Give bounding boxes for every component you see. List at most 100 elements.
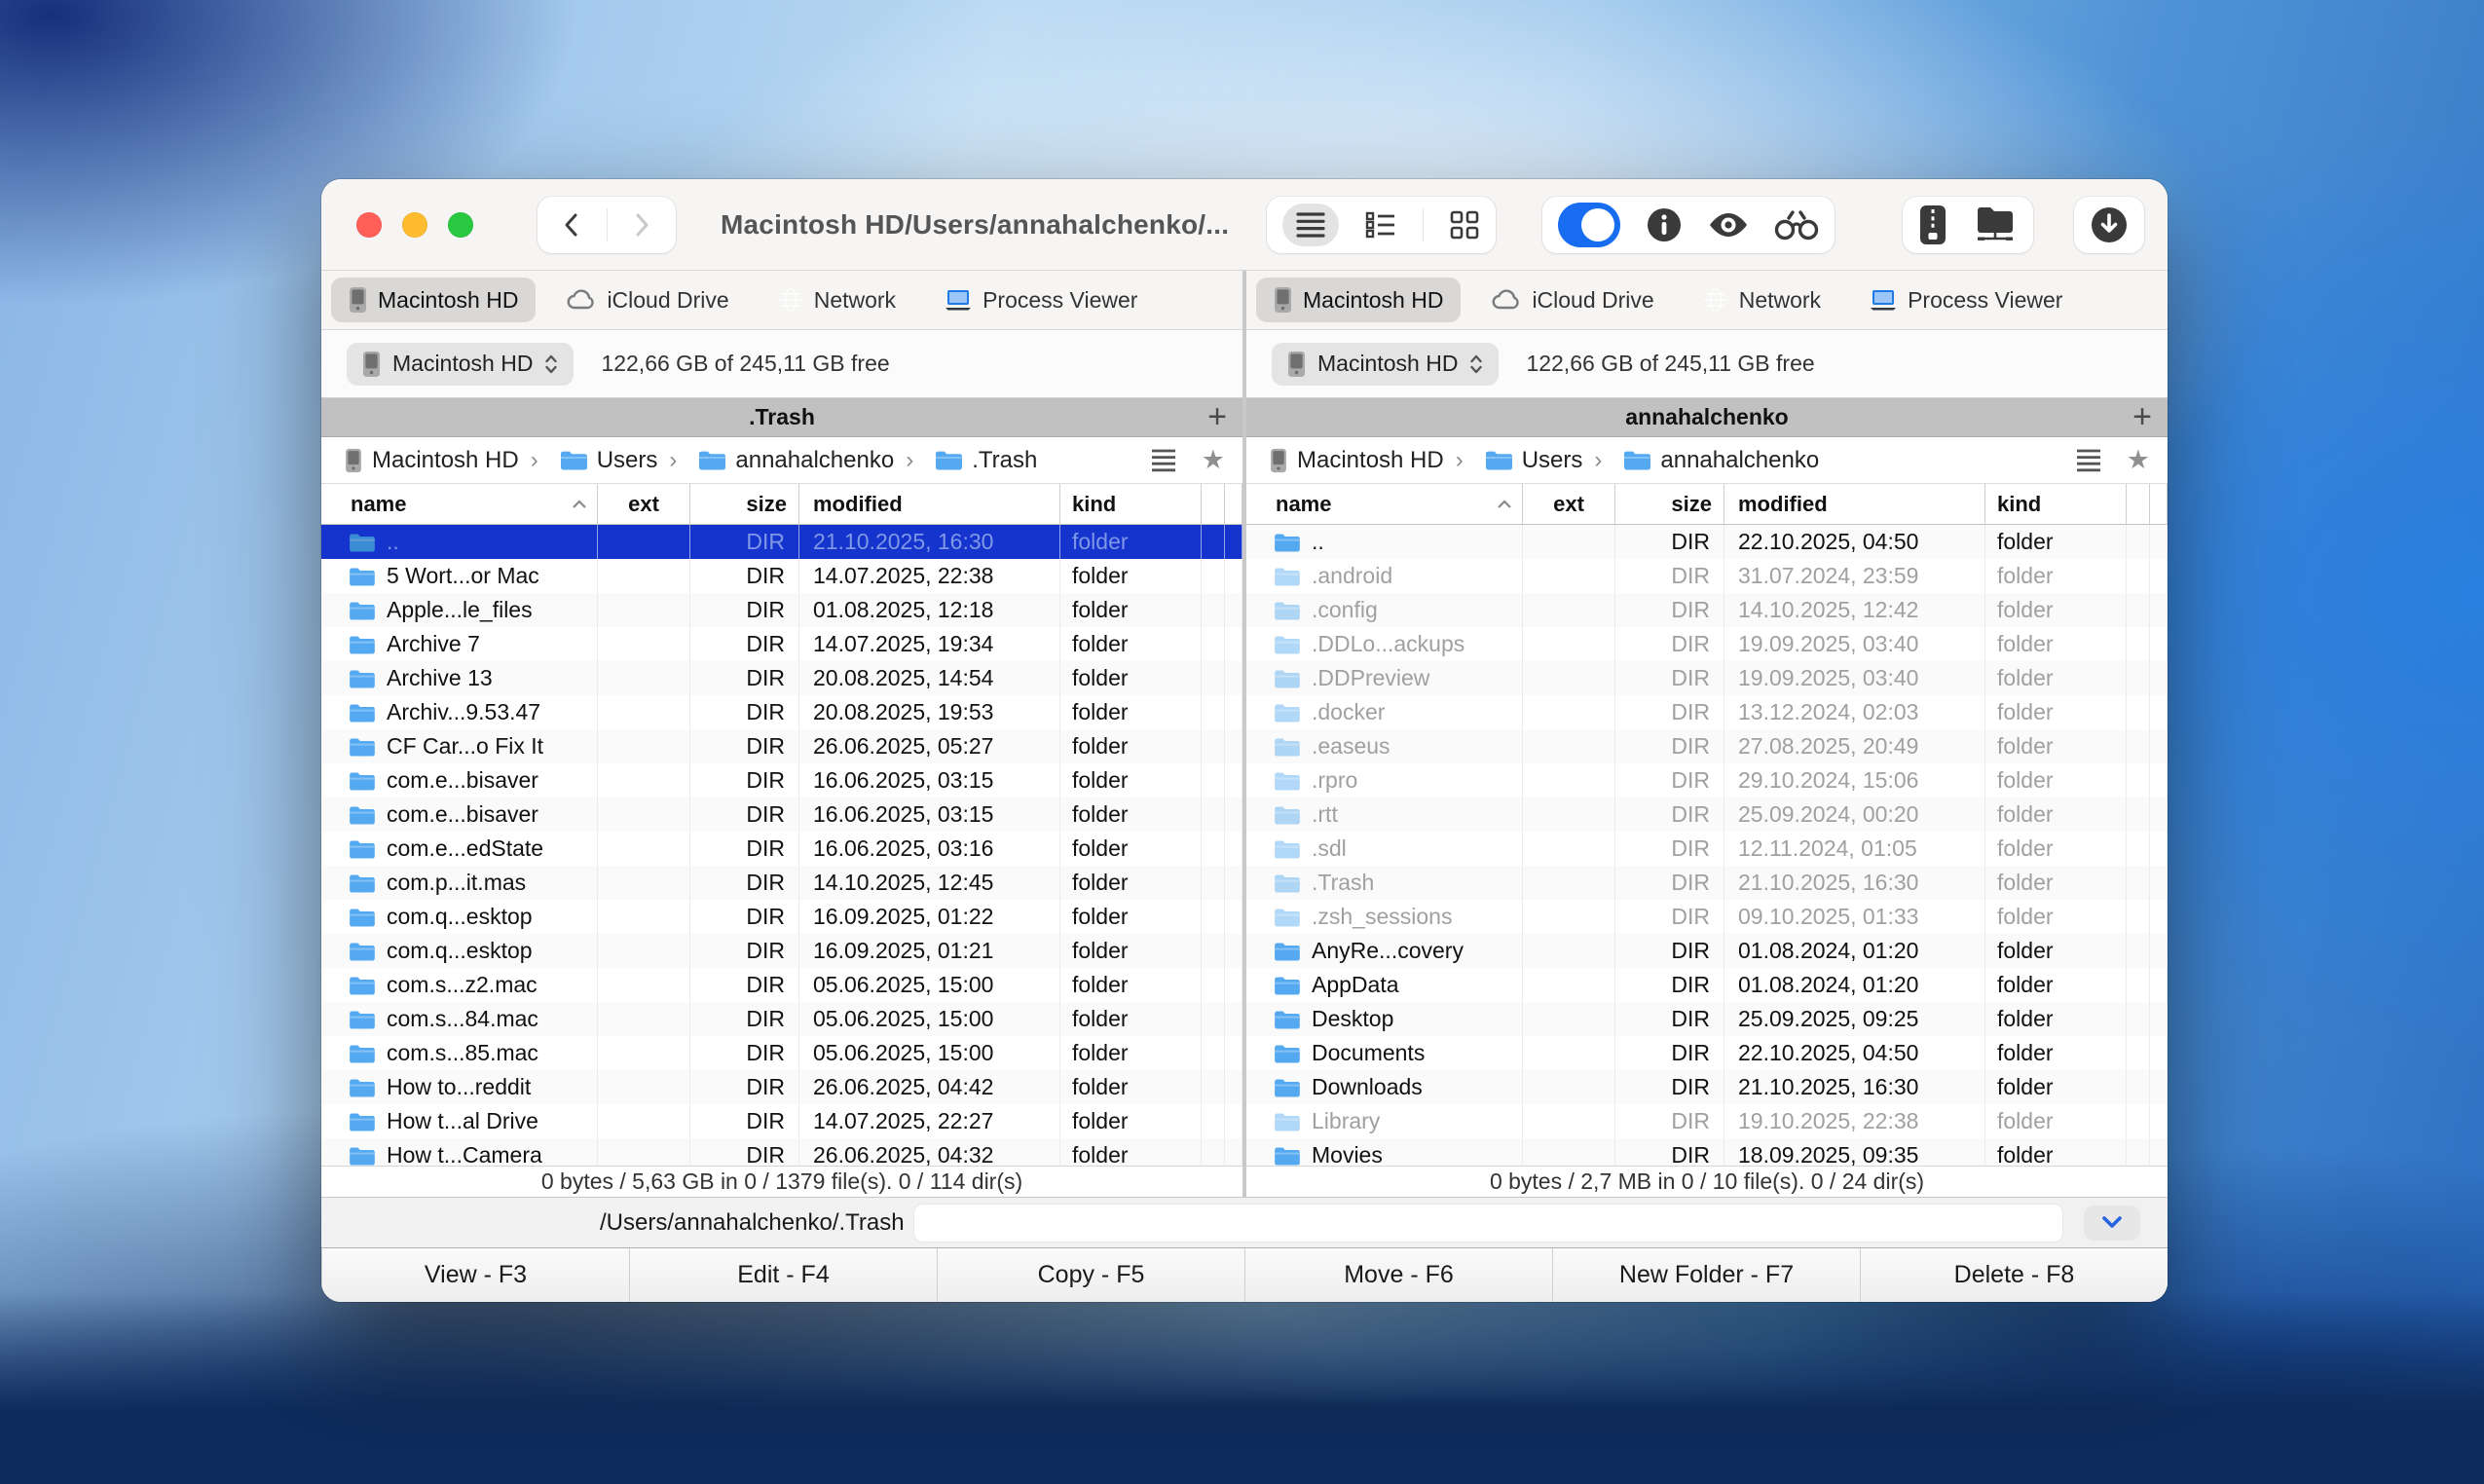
- function-button[interactable]: New Folder - F7: [1552, 1248, 1860, 1302]
- detail-view-button[interactable]: [1364, 210, 1397, 240]
- column-kind[interactable]: kind: [1985, 484, 2127, 524]
- left-file-list[interactable]: .. DIR 21.10.2025, 16:30 folder 5 Wort..…: [321, 525, 1242, 1166]
- left-folder-tab-bar[interactable]: .Trash +: [321, 398, 1242, 437]
- table-row[interactable]: .. DIR 21.10.2025, 16:30 folder: [321, 525, 1242, 559]
- table-row[interactable]: .docker DIR 13.12.2024, 02:03 folder: [1246, 695, 2168, 729]
- table-row[interactable]: Archiv...9.53.47 DIR 20.08.2025, 19:53 f…: [321, 695, 1242, 729]
- device-tab[interactable]: Process Viewer: [927, 278, 1155, 322]
- column-modified[interactable]: modified: [1724, 484, 1985, 524]
- table-row[interactable]: Downloads DIR 21.10.2025, 16:30 folder: [1246, 1070, 2168, 1104]
- breadcrumb-item[interactable]: .Trash: [894, 447, 1037, 474]
- zoom-button[interactable]: [448, 212, 473, 238]
- table-row[interactable]: 5 Wort...or Mac DIR 14.07.2025, 22:38 fo…: [321, 559, 1242, 593]
- info-button[interactable]: [1646, 206, 1683, 243]
- list-view-button[interactable]: [1282, 204, 1339, 246]
- device-tab[interactable]: Network: [760, 278, 913, 322]
- device-tab[interactable]: Process Viewer: [1852, 278, 2080, 322]
- close-button[interactable]: [356, 212, 382, 238]
- dual-pane-toggle[interactable]: [1558, 203, 1620, 247]
- table-row[interactable]: com.s...z2.mac DIR 05.06.2025, 15:00 fol…: [321, 968, 1242, 1002]
- file-kind: folder: [1060, 525, 1202, 559]
- column-size[interactable]: size: [690, 484, 799, 524]
- favorite-star-icon[interactable]: ★: [1202, 447, 1225, 473]
- function-button[interactable]: Copy - F5: [937, 1248, 1244, 1302]
- command-input[interactable]: [914, 1205, 2062, 1242]
- function-button[interactable]: Move - F6: [1244, 1248, 1552, 1302]
- breadcrumb-item[interactable]: Users: [519, 447, 658, 474]
- device-tab[interactable]: iCloud Drive: [1474, 278, 1671, 322]
- table-row[interactable]: Library DIR 19.10.2025, 22:38 folder: [1246, 1104, 2168, 1138]
- column-ext[interactable]: ext: [1523, 484, 1615, 524]
- table-row[interactable]: .rtt DIR 25.09.2024, 00:20 folder: [1246, 798, 2168, 832]
- archive-button[interactable]: [1918, 204, 1947, 245]
- breadcrumb-item[interactable]: annahalchenko: [1582, 447, 1819, 474]
- table-row[interactable]: .Trash DIR 21.10.2025, 16:30 folder: [1246, 866, 2168, 900]
- table-row[interactable]: com.e...edState DIR 16.06.2025, 03:16 fo…: [321, 832, 1242, 866]
- search-button[interactable]: [1774, 208, 1819, 241]
- forward-button[interactable]: [608, 197, 677, 253]
- table-row[interactable]: com.p...it.mas DIR 14.10.2025, 12:45 fol…: [321, 866, 1242, 900]
- table-row[interactable]: How t...Camera DIR 26.06.2025, 04:32 fol…: [321, 1138, 1242, 1166]
- function-button[interactable]: Edit - F4: [629, 1248, 937, 1302]
- table-row[interactable]: .rpro DIR 29.10.2024, 15:06 folder: [1246, 763, 2168, 798]
- breadcrumb-item[interactable]: Macintosh HD: [1270, 447, 1444, 474]
- table-row[interactable]: .android DIR 31.07.2024, 23:59 folder: [1246, 559, 2168, 593]
- table-row[interactable]: com.e...bisaver DIR 16.06.2025, 03:15 fo…: [321, 798, 1242, 832]
- network-share-button[interactable]: [1973, 204, 2018, 245]
- add-tab-button[interactable]: +: [2132, 398, 2152, 436]
- table-row[interactable]: AppData DIR 01.08.2024, 01:20 folder: [1246, 968, 2168, 1002]
- function-button[interactable]: View - F3: [321, 1248, 629, 1302]
- command-history-button[interactable]: [2084, 1206, 2140, 1241]
- breadcrumb-item[interactable]: Macintosh HD: [345, 447, 519, 474]
- table-row[interactable]: .. DIR 22.10.2025, 04:50 folder: [1246, 525, 2168, 559]
- list-menu-icon[interactable]: [1149, 448, 1178, 473]
- column-name[interactable]: name: [1246, 484, 1523, 524]
- device-tab[interactable]: Network: [1686, 278, 1838, 322]
- table-row[interactable]: How to...reddit DIR 26.06.2025, 04:42 fo…: [321, 1070, 1242, 1104]
- table-row[interactable]: com.s...85.mac DIR 05.06.2025, 15:00 fol…: [321, 1036, 1242, 1070]
- table-row[interactable]: Documents DIR 22.10.2025, 04:50 folder: [1246, 1036, 2168, 1070]
- download-button[interactable]: [2090, 205, 2129, 244]
- drive-selector[interactable]: Macintosh HD: [347, 343, 574, 386]
- drive-selector[interactable]: Macintosh HD: [1272, 343, 1499, 386]
- table-row[interactable]: AnyRe...covery DIR 01.08.2024, 01:20 fol…: [1246, 934, 2168, 968]
- back-button[interactable]: [538, 197, 607, 253]
- table-row[interactable]: .config DIR 14.10.2025, 12:42 folder: [1246, 593, 2168, 627]
- file-size: DIR: [1615, 729, 1724, 763]
- table-row[interactable]: .DDLo...ackups DIR 19.09.2025, 03:40 fol…: [1246, 627, 2168, 661]
- device-tab[interactable]: Macintosh HD: [331, 278, 536, 322]
- table-row[interactable]: Apple...le_files DIR 01.08.2025, 12:18 f…: [321, 593, 1242, 627]
- column-name[interactable]: name: [321, 484, 598, 524]
- table-row[interactable]: CF Car...o Fix It DIR 26.06.2025, 05:27 …: [321, 729, 1242, 763]
- table-row[interactable]: Desktop DIR 25.09.2025, 09:25 folder: [1246, 1002, 2168, 1036]
- table-row[interactable]: Movies DIR 18.09.2025, 09:35 folder: [1246, 1138, 2168, 1166]
- column-ext[interactable]: ext: [598, 484, 690, 524]
- device-tab[interactable]: iCloud Drive: [549, 278, 746, 322]
- favorite-star-icon[interactable]: ★: [2127, 447, 2150, 473]
- table-row[interactable]: .easeus DIR 27.08.2025, 20:49 folder: [1246, 729, 2168, 763]
- device-tab[interactable]: Macintosh HD: [1256, 278, 1461, 322]
- column-size[interactable]: size: [1615, 484, 1724, 524]
- table-row[interactable]: .sdl DIR 12.11.2024, 01:05 folder: [1246, 832, 2168, 866]
- right-file-list[interactable]: .. DIR 22.10.2025, 04:50 folder .android…: [1246, 525, 2168, 1166]
- grid-view-button[interactable]: [1449, 209, 1480, 241]
- table-row[interactable]: Archive 13 DIR 20.08.2025, 14:54 folder: [321, 661, 1242, 695]
- table-row[interactable]: How t...al Drive DIR 14.07.2025, 22:27 f…: [321, 1104, 1242, 1138]
- column-modified[interactable]: modified: [799, 484, 1060, 524]
- column-kind[interactable]: kind: [1060, 484, 1202, 524]
- table-row[interactable]: .DDPreview DIR 19.09.2025, 03:40 folder: [1246, 661, 2168, 695]
- right-folder-tab-bar[interactable]: annahalchenko +: [1246, 398, 2168, 437]
- table-row[interactable]: com.q...esktop DIR 16.09.2025, 01:21 fol…: [321, 934, 1242, 968]
- minimize-button[interactable]: [402, 212, 427, 238]
- add-tab-button[interactable]: +: [1207, 398, 1227, 436]
- table-row[interactable]: com.e...bisaver DIR 16.06.2025, 03:15 fo…: [321, 763, 1242, 798]
- preview-button[interactable]: [1708, 209, 1749, 241]
- table-row[interactable]: com.q...esktop DIR 16.09.2025, 01:22 fol…: [321, 900, 1242, 934]
- table-row[interactable]: Archive 7 DIR 14.07.2025, 19:34 folder: [321, 627, 1242, 661]
- table-row[interactable]: .zsh_sessions DIR 09.10.2025, 01:33 fold…: [1246, 900, 2168, 934]
- breadcrumb-item[interactable]: annahalchenko: [657, 447, 894, 474]
- table-row[interactable]: com.s...84.mac DIR 05.06.2025, 15:00 fol…: [321, 1002, 1242, 1036]
- breadcrumb-item[interactable]: Users: [1444, 447, 1583, 474]
- list-menu-icon[interactable]: [2074, 448, 2103, 473]
- function-button[interactable]: Delete - F8: [1860, 1248, 2168, 1302]
